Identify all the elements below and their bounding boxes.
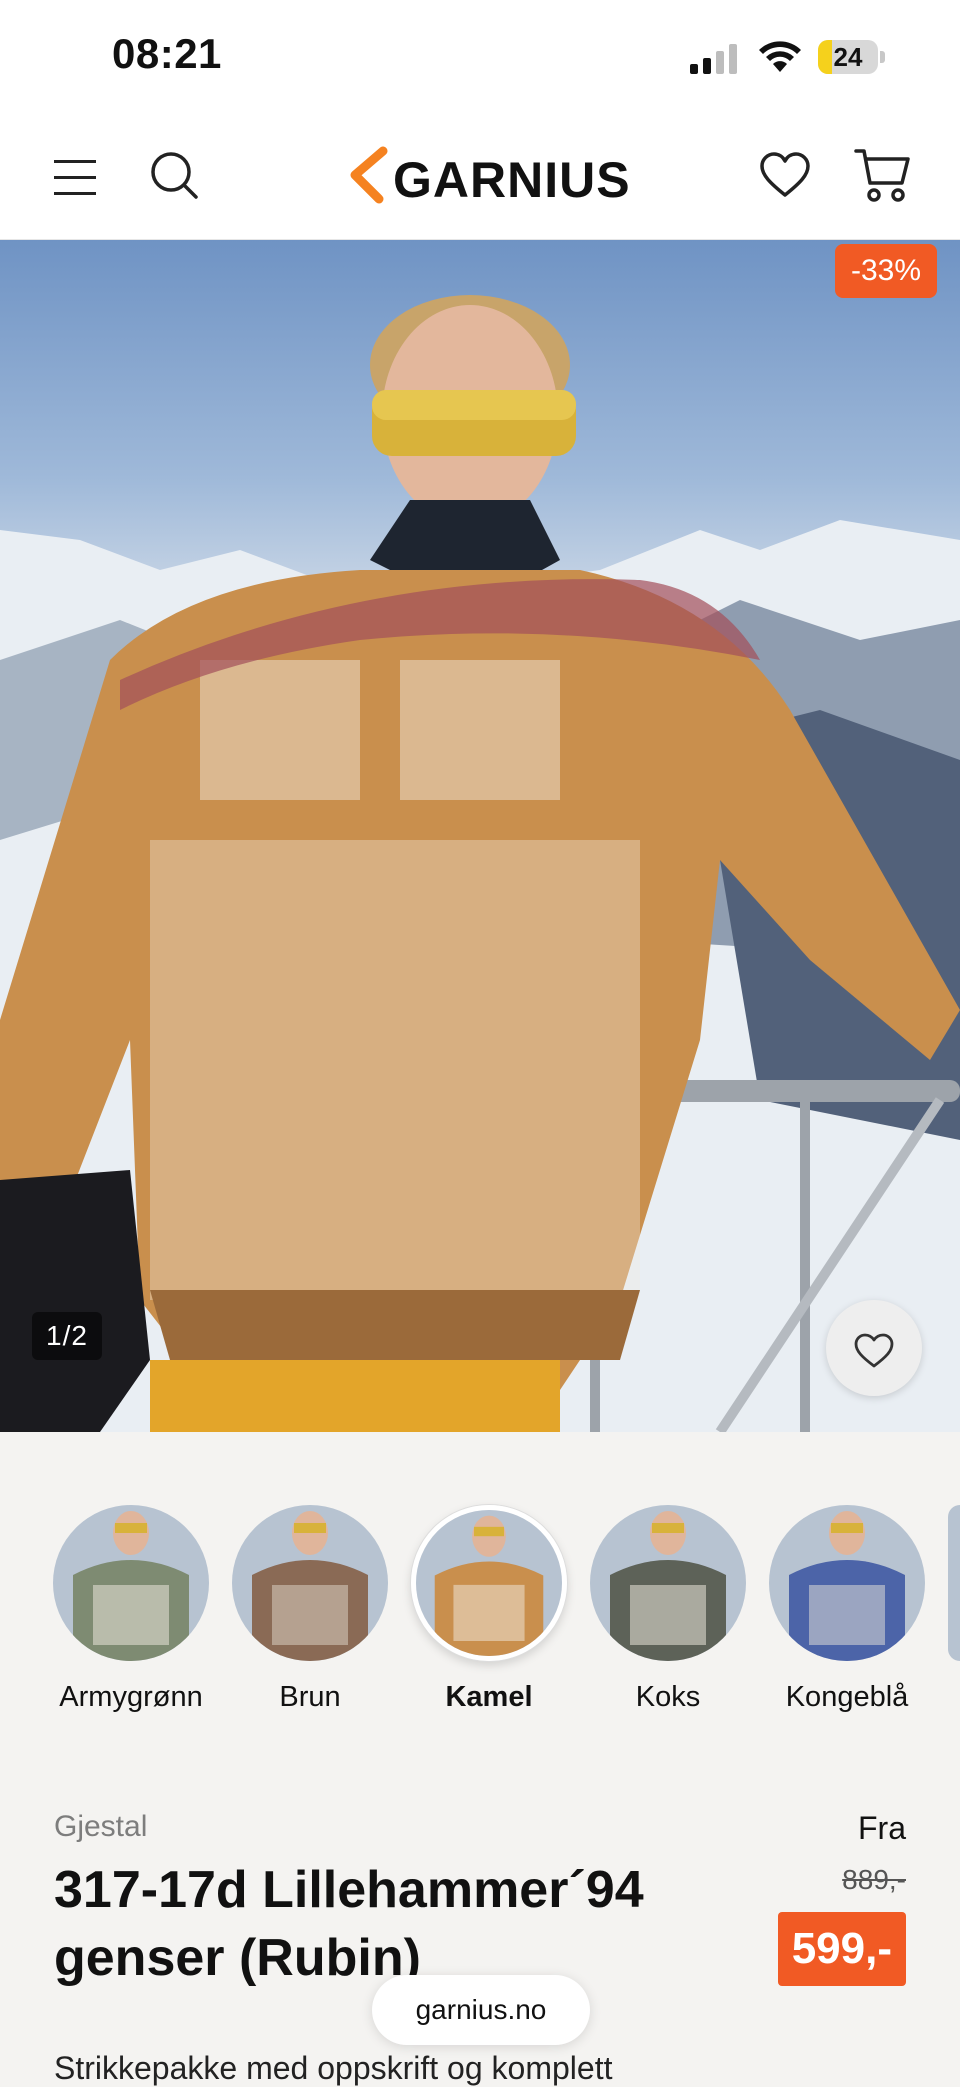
site-header: GARNIUS — [0, 115, 960, 240]
swatch-label: Armygrønn — [59, 1681, 203, 1713]
swatch-label: Brun — [279, 1681, 341, 1713]
wifi-icon — [759, 41, 801, 72]
logo-text: GARNIUS — [393, 152, 631, 208]
swatch-thumbnail — [53, 1505, 209, 1661]
swatch-brun[interactable]: Brun — [232, 1505, 388, 1714]
battery-level: 24 — [833, 42, 863, 72]
swatch-kongebla[interactable]: Kongeblå — [769, 1505, 925, 1714]
swatch-label: Koks — [635, 1681, 701, 1713]
discount-badge: -33% — [834, 244, 937, 298]
swatch-thumbnail — [232, 1505, 388, 1661]
product-description: Strikkepakke med oppskrift og komplett — [54, 2050, 613, 2086]
swatch-armygronn[interactable]: Armygrønn — [53, 1505, 209, 1714]
cellular-signal-icon — [690, 44, 737, 74]
favorite-button[interactable] — [826, 1300, 922, 1396]
product-photo — [0, 295, 960, 1432]
image-pager: 1/2 — [32, 1312, 102, 1360]
heart-icon[interactable] — [758, 149, 812, 203]
price-prefix: Fra — [858, 1810, 906, 1846]
swatch-label: Kongeblå — [785, 1681, 909, 1713]
swatch-thumbnail-selected — [411, 1505, 567, 1661]
current-price: 599,- — [777, 1912, 906, 1986]
status-bar: 08:21 24 — [0, 0, 960, 115]
swatch-thumbnail — [590, 1505, 746, 1661]
swatch-label-selected: Kamel — [445, 1681, 533, 1713]
product-brand[interactable]: Gjestal — [54, 1810, 147, 1844]
swatch-next-partial[interactable] — [948, 1505, 960, 1661]
swatch-thumbnail — [769, 1505, 925, 1661]
product-title: 317-17d Lillehammer´94 genser (Rubin) — [54, 1861, 644, 1987]
logo[interactable]: GARNIUS — [345, 145, 630, 209]
old-price: 889,- — [842, 1864, 906, 1895]
color-swatches: Armygrønn Brun Kamel Koks Kongeblå — [0, 1432, 960, 1732]
swatch-koks[interactable]: Koks — [590, 1505, 746, 1714]
search-icon[interactable] — [148, 149, 202, 203]
browser-url-bar[interactable]: garnius.no — [372, 1975, 590, 2045]
menu-icon[interactable] — [50, 150, 104, 204]
battery-icon: 24 — [818, 40, 886, 74]
heart-icon — [854, 1333, 894, 1368]
swatch-kamel[interactable]: Kamel — [411, 1505, 567, 1714]
cart-icon[interactable] — [852, 145, 912, 205]
swatch-thumbnail — [948, 1505, 960, 1661]
logo-chevron-icon — [350, 146, 388, 204]
status-time: 08:21 — [112, 30, 222, 77]
product-image[interactable]: -33% 1/2 — [0, 240, 960, 1432]
